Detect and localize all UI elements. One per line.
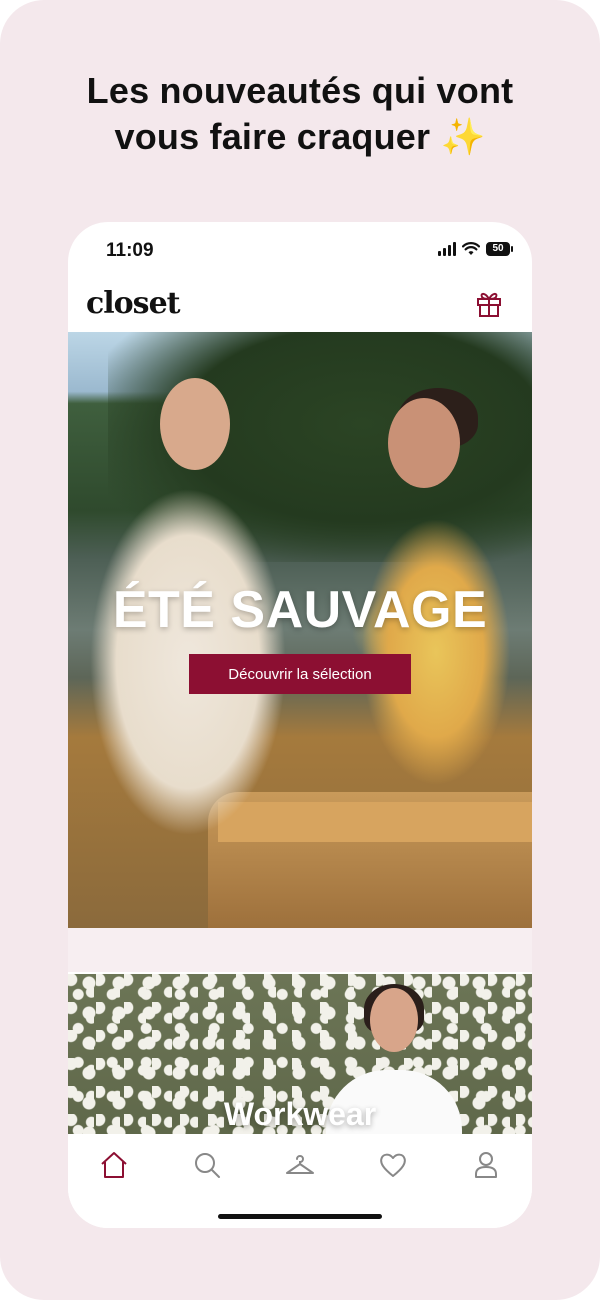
phone-screen: 11:09 50 closet ÉTÉ SAUVAGE Découvrir la… bbox=[68, 222, 532, 1228]
workwear-title: Workwear bbox=[223, 1096, 377, 1132]
hero-model-floral-dress bbox=[336, 482, 532, 802]
tab-favorites[interactable] bbox=[376, 1148, 410, 1182]
app-logo[interactable]: closet bbox=[86, 286, 181, 321]
hanger-icon bbox=[286, 1155, 314, 1174]
tab-dressing[interactable] bbox=[283, 1148, 317, 1182]
discover-selection-button[interactable]: Découvrir la sélection bbox=[189, 654, 411, 694]
home-icon bbox=[101, 1152, 127, 1178]
hero-model-face-2 bbox=[160, 378, 230, 470]
wifi-icon bbox=[462, 242, 480, 255]
hero-model-face bbox=[388, 398, 460, 488]
status-time: 11:09 bbox=[106, 240, 154, 261]
headline-line-1: Les nouveautés qui vont bbox=[86, 70, 514, 111]
tab-profile[interactable] bbox=[469, 1148, 503, 1182]
hero-title: ÉTÉ SAUVAGE bbox=[112, 581, 488, 639]
status-indicators: 50 bbox=[438, 242, 513, 256]
home-indicator bbox=[218, 1214, 382, 1219]
heart-icon bbox=[380, 1153, 406, 1177]
hero-banner[interactable]: ÉTÉ SAUVAGE Découvrir la sélection bbox=[68, 332, 532, 928]
battery-icon: 50 bbox=[486, 242, 513, 256]
promo-card: Les nouveautés qui vont vous faire craqu… bbox=[0, 0, 600, 1300]
gift-icon[interactable] bbox=[474, 288, 504, 318]
signal-icon bbox=[438, 242, 456, 256]
search-icon bbox=[195, 1153, 220, 1178]
status-bar: 11:09 50 bbox=[68, 222, 532, 280]
workwear-banner[interactable]: Workwear bbox=[68, 974, 532, 1134]
workwear-model-face bbox=[370, 988, 418, 1052]
tab-search[interactable] bbox=[190, 1148, 224, 1182]
bottom-tab-bar bbox=[68, 1134, 532, 1228]
section-divider bbox=[68, 928, 532, 972]
headline-line-2: vous faire craquer ✨ bbox=[0, 114, 600, 160]
profile-icon bbox=[475, 1152, 497, 1178]
tab-home[interactable] bbox=[97, 1148, 131, 1182]
sparkle-icon: ✨ bbox=[440, 116, 486, 157]
promo-headline: Les nouveautés qui vont vous faire craqu… bbox=[0, 68, 600, 160]
app-header: closet bbox=[68, 280, 532, 332]
headline-line-2-text: vous faire craquer bbox=[114, 116, 431, 157]
